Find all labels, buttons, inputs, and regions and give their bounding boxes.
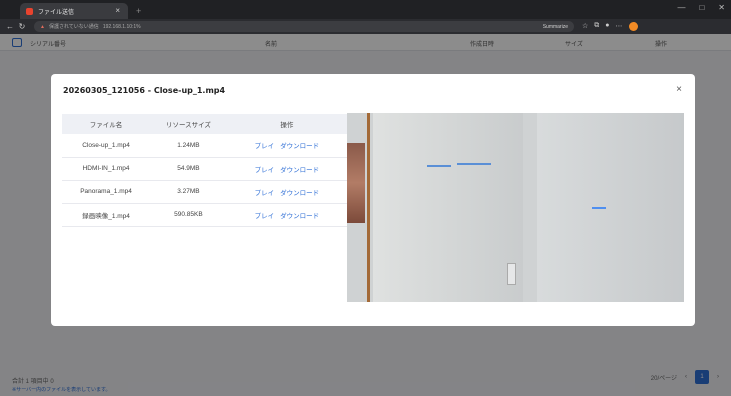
video-scene-wall [373, 113, 523, 302]
video-scene-pole [367, 113, 370, 302]
file-actions: プレイ ダウンロード [226, 203, 347, 227]
download-link[interactable]: ダウンロード [280, 190, 319, 197]
file-name: Panorama_1.mp4 [62, 180, 151, 204]
refresh-icon[interactable]: ↻ [16, 22, 28, 31]
file-size: 3.27MB [150, 180, 227, 204]
window-controls: — □ ✕ [677, 3, 725, 12]
file-name: HDMI-IN_1.mp4 [62, 157, 151, 181]
favorite-star-icon[interactable]: ☆ [582, 22, 588, 31]
more-menu-icon[interactable]: ⋯ [616, 22, 623, 31]
tab-close-icon[interactable]: × [115, 6, 120, 15]
file-actions: プレイ ダウンロード [226, 180, 347, 204]
video-scene-left [347, 143, 365, 223]
collections-icon[interactable]: ⧉ [594, 22, 599, 31]
insecure-warning-icon: ▲ [40, 23, 45, 30]
browser-tab-strip: ファイル送信 × + — □ ✕ [0, 0, 731, 19]
file-name: Close-up_1.mp4 [62, 134, 151, 158]
table-header-actions: 操作 [226, 114, 347, 134]
download-link[interactable]: ダウンロード [280, 213, 319, 220]
close-window-button[interactable]: ✕ [718, 3, 725, 12]
file-actions: プレイ ダウンロード [226, 134, 347, 158]
file-preview-modal: 20260305_121056 - Close-up_1.mp4 × ファイル名… [51, 74, 695, 326]
video-scene-light [457, 163, 491, 165]
new-tab-icon[interactable]: + [136, 3, 141, 19]
file-name: 録画映像_1.mp4 [62, 203, 151, 227]
back-icon[interactable]: ← [4, 22, 16, 31]
maximize-button[interactable]: □ [699, 3, 704, 12]
file-size: 590.85KB [150, 203, 227, 227]
table-header-filename: ファイル名 [62, 114, 151, 134]
video-scene-wall-right [537, 113, 684, 302]
download-link[interactable]: ダウンロード [280, 143, 319, 150]
table-row: Panorama_1.mp4 3.27MB プレイ ダウンロード [62, 180, 347, 204]
video-preview[interactable] [347, 113, 684, 302]
play-link[interactable]: プレイ [255, 190, 275, 197]
play-link[interactable]: プレイ [255, 167, 275, 174]
file-size: 54.9MB [150, 157, 227, 181]
address-url: 192.168.1.10:1% [102, 23, 141, 30]
modal-title: 20260305_121056 - Close-up_1.mp4 [63, 86, 226, 95]
file-size: 1.24MB [150, 134, 227, 158]
modal-close-button[interactable]: × [676, 84, 682, 95]
video-scene-outlet [507, 263, 516, 285]
tab-favicon-icon [26, 7, 33, 15]
address-bar[interactable]: ▲ 保護されていない通信 192.168.1.10:1% Summarize [34, 21, 574, 32]
download-link[interactable]: ダウンロード [280, 167, 319, 174]
summarize-button[interactable]: Summarize [543, 24, 568, 30]
video-scene-light [592, 207, 606, 209]
play-link[interactable]: プレイ [255, 143, 275, 150]
minimize-button[interactable]: — [677, 3, 685, 12]
file-table: ファイル名 リソースサイズ 操作 Close-up_1.mp4 1.24MB プ… [62, 114, 347, 227]
profile-avatar-icon[interactable]: ● [605, 22, 609, 31]
toolbar-actions: ☆ ⧉ ● ⋯ [582, 22, 638, 31]
play-link[interactable]: プレイ [255, 213, 275, 220]
table-row: 録画映像_1.mp4 590.85KB プレイ ダウンロード [62, 203, 347, 227]
browser-toolbar: ← ↻ ▲ 保護されていない通信 192.168.1.10:1% Summari… [0, 19, 731, 34]
extension-icon[interactable] [628, 22, 638, 31]
table-header-size: リソースサイズ [150, 114, 227, 134]
browser-tab[interactable]: ファイル送信 × [20, 3, 128, 19]
address-warning-text: 保護されていない通信 [48, 24, 99, 30]
file-actions: プレイ ダウンロード [226, 157, 347, 181]
table-row: HDMI-IN_1.mp4 54.9MB プレイ ダウンロード [62, 157, 347, 181]
table-row: Close-up_1.mp4 1.24MB プレイ ダウンロード [62, 134, 347, 158]
tab-title: ファイル送信 [38, 9, 75, 16]
video-scene-light [427, 165, 451, 167]
